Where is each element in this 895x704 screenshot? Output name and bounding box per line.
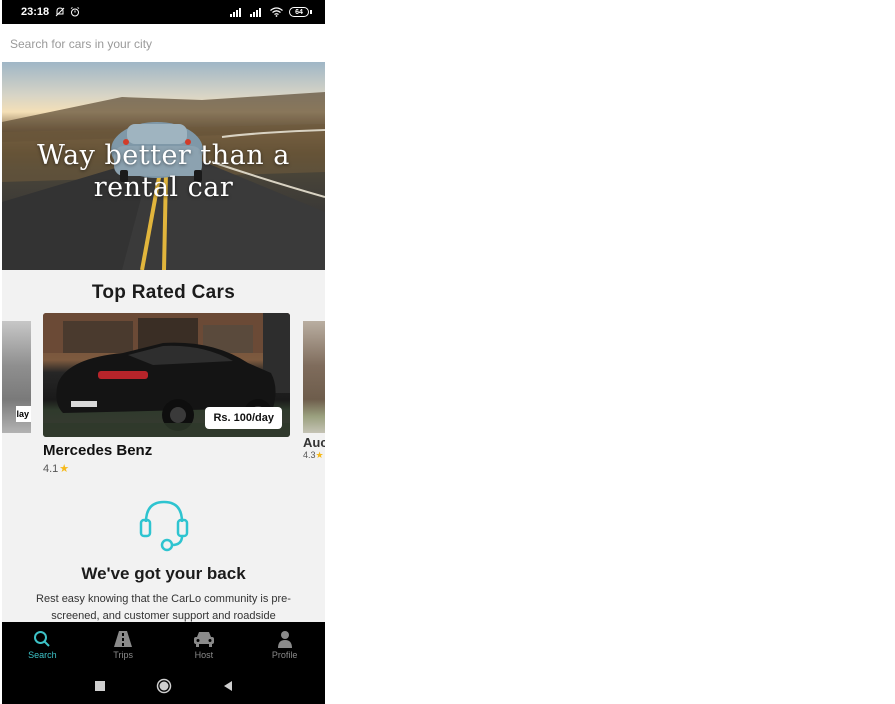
headset-icon <box>139 500 189 552</box>
car-image: lay <box>2 321 31 433</box>
search-icon <box>34 631 51 647</box>
bottom-nav: Search Trips Host Profile <box>2 622 325 668</box>
signal-icon <box>230 7 241 17</box>
car-name: Mercedes Benz <box>43 442 153 459</box>
nav-profile[interactable]: Profile <box>244 622 325 668</box>
battery-icon: 64 <box>289 7 312 17</box>
recent-apps-button[interactable] <box>94 680 106 692</box>
price-tag: lay <box>16 406 31 422</box>
system-nav-bar <box>2 668 325 704</box>
rating-value: 4.1 <box>43 462 59 475</box>
road-icon <box>114 631 133 647</box>
car-name: Auc <box>303 435 325 450</box>
car-image <box>303 321 325 433</box>
price-tag: Rs. 100/day <box>205 407 282 429</box>
car-image: Rs. 100/day <box>43 313 290 437</box>
hero-banner: Way better than a rental car <box>2 62 325 270</box>
status-time: 23:18 <box>21 6 50 18</box>
back-button[interactable] <box>222 680 234 692</box>
car-rating: 4.1 ★ <box>43 462 290 476</box>
wifi-icon <box>270 7 283 17</box>
section-title: Top Rated Cars <box>91 282 236 303</box>
star-icon: ★ <box>315 450 324 460</box>
search-bar[interactable] <box>2 24 325 64</box>
hero-title-line1: Way better than a <box>37 140 290 171</box>
support-title: We've got your back <box>81 564 246 583</box>
nav-label: Trips <box>113 650 133 660</box>
nav-label: Host <box>194 650 214 660</box>
nav-host[interactable]: Host <box>164 622 245 668</box>
status-bar: 23:18 64 <box>2 0 325 24</box>
support-text: Rest easy knowing that the CarLo communi… <box>36 593 291 622</box>
alarm-icon <box>70 7 80 17</box>
car-card-prev[interactable]: lay <box>2 321 31 433</box>
nav-trips[interactable]: Trips <box>83 622 164 668</box>
hero-title: Way better than a rental car <box>2 140 325 204</box>
nav-label: Search <box>28 650 57 660</box>
rating-value: 4.3 <box>303 450 316 460</box>
nav-label: Profile <box>271 650 298 660</box>
star-icon: ★ <box>59 463 70 475</box>
car-icon <box>193 632 214 647</box>
car-rating: 4.3★ <box>303 450 325 461</box>
home-button[interactable] <box>156 678 172 694</box>
car-card-next[interactable]: Auc 4.3★ <box>303 321 325 461</box>
person-icon <box>277 631 292 648</box>
search-input[interactable] <box>2 24 312 64</box>
nav-search[interactable]: Search <box>2 622 83 668</box>
phone-screen: 23:18 64 Search for cars in your city Wa… <box>2 0 325 704</box>
car-card[interactable]: Rs. 100/day Mercedes Benz 4.1 ★ <box>43 313 290 475</box>
hero-title-line2: rental car <box>93 172 234 203</box>
signal-icon-2 <box>250 7 261 17</box>
mute-icon <box>55 7 65 17</box>
